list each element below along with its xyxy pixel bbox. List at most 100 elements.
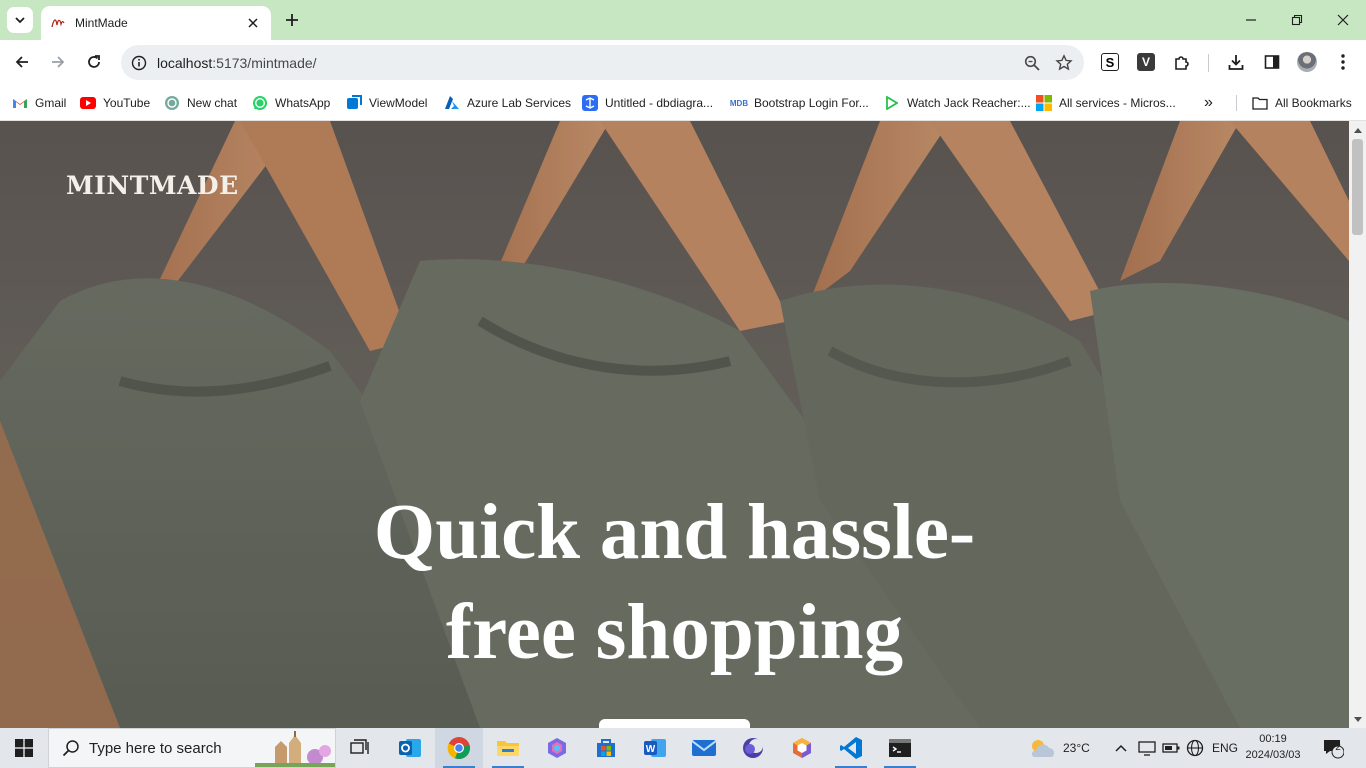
search-placeholder: Type here to search bbox=[89, 739, 222, 757]
restore-button[interactable] bbox=[1274, 0, 1320, 40]
hero-cta-button[interactable] bbox=[599, 719, 750, 728]
extensions-button[interactable] bbox=[1172, 52, 1192, 72]
taskbar-clock[interactable]: 00:19 2024/03/03 bbox=[1240, 731, 1306, 763]
task-view-icon bbox=[350, 739, 369, 754]
chevron-down-icon bbox=[15, 17, 25, 24]
taskbar-word[interactable]: W bbox=[631, 728, 679, 768]
bookmark-gmail[interactable]: Gmail bbox=[12, 93, 66, 113]
back-button[interactable] bbox=[8, 48, 36, 76]
taskbar-file-explorer[interactable] bbox=[484, 728, 532, 768]
bookmark-new-chat[interactable]: New chat bbox=[164, 93, 237, 113]
azure-icon bbox=[444, 95, 460, 111]
scroll-down-button[interactable] bbox=[1349, 711, 1366, 728]
menu-icon bbox=[1341, 54, 1345, 70]
forward-button[interactable] bbox=[44, 48, 72, 76]
mdb-badge: MDB bbox=[729, 98, 749, 108]
bookmark-all-services[interactable]: All services - Micros... bbox=[1036, 93, 1176, 113]
taskbar-app-moon[interactable] bbox=[729, 728, 777, 768]
site-info-button[interactable] bbox=[129, 53, 149, 73]
taskbar-search-box[interactable]: Type here to search bbox=[48, 728, 336, 768]
taskbar-store[interactable] bbox=[582, 728, 630, 768]
close-window-button[interactable] bbox=[1320, 0, 1366, 40]
page-scrollbar[interactable] bbox=[1349, 121, 1366, 728]
double-chevron-icon: » bbox=[1204, 94, 1213, 111]
minimize-button[interactable] bbox=[1228, 0, 1274, 40]
extension-s-button[interactable]: S bbox=[1100, 52, 1120, 72]
taskbar-mail[interactable] bbox=[680, 728, 728, 768]
tab-strip: MintMade bbox=[0, 0, 1366, 40]
hero-headline: Quick and hassle-free shopping bbox=[0, 483, 1349, 683]
forward-icon bbox=[52, 56, 65, 68]
mintmade-favicon-icon bbox=[51, 16, 65, 30]
tab-title: MintMade bbox=[75, 16, 128, 30]
bookmarks-bar: Gmail YouTube New chat WhatsApp ViewMode… bbox=[0, 85, 1366, 121]
globe-icon bbox=[1186, 739, 1204, 757]
more-bookmarks-button[interactable]: » bbox=[1204, 93, 1213, 113]
windows-logo-icon bbox=[15, 739, 33, 757]
vscode-icon bbox=[840, 737, 862, 759]
weather-widget[interactable]: 23°C bbox=[1027, 728, 1090, 768]
bookmark-youtube[interactable]: YouTube bbox=[80, 93, 150, 113]
all-bookmarks-label: All Bookmarks bbox=[1275, 96, 1352, 110]
input-language-button[interactable]: ENG bbox=[1212, 728, 1238, 768]
downloads-button[interactable] bbox=[1226, 52, 1246, 72]
toolbar-divider bbox=[1208, 54, 1209, 72]
network-button[interactable] bbox=[1186, 728, 1204, 768]
close-tab-button[interactable] bbox=[245, 15, 261, 31]
display-icon bbox=[1138, 741, 1156, 756]
close-window-icon bbox=[1337, 14, 1349, 26]
taskbar-outlook[interactable] bbox=[386, 728, 434, 768]
taskbar-app-cube[interactable] bbox=[778, 728, 826, 768]
tab-mintmade[interactable]: MintMade bbox=[41, 6, 271, 40]
notifications-button[interactable]: 2 bbox=[1322, 728, 1344, 768]
chrome-icon bbox=[447, 737, 470, 760]
site-logo[interactable]: MINTMADE bbox=[66, 171, 239, 200]
bookmark-label: New chat bbox=[187, 96, 238, 110]
extension-v-button[interactable]: V bbox=[1136, 52, 1156, 72]
address-bar[interactable]: localhost:5173/mintmade/ bbox=[121, 45, 1084, 80]
bookmark-jack-reacher[interactable]: Watch Jack Reacher:... bbox=[884, 93, 1031, 113]
start-button[interactable] bbox=[0, 728, 48, 768]
profile-avatar-button[interactable] bbox=[1297, 52, 1317, 72]
weather-temperature: 23°C bbox=[1063, 741, 1090, 755]
url-path: :5173/mintmade/ bbox=[212, 54, 317, 71]
avatar bbox=[1297, 52, 1317, 72]
bookmark-bootstrap-login[interactable]: MDB Bootstrap Login For... bbox=[729, 93, 869, 113]
bookmarks-divider bbox=[1236, 95, 1237, 111]
taskbar-vscode[interactable] bbox=[827, 728, 875, 768]
task-view-button[interactable] bbox=[336, 728, 384, 768]
taskbar-terminal[interactable] bbox=[876, 728, 924, 768]
bookmark-label: Gmail bbox=[35, 96, 67, 110]
tray-display-icon-button[interactable] bbox=[1138, 728, 1156, 768]
windows-taskbar: Type here to search W 23°C ENG 00:19 202… bbox=[0, 728, 1366, 768]
play-icon bbox=[884, 95, 900, 111]
battery-button[interactable] bbox=[1162, 728, 1180, 768]
bookmark-label: YouTube bbox=[103, 96, 151, 110]
taskbar-chrome[interactable] bbox=[435, 728, 483, 768]
whatsapp-icon bbox=[252, 95, 268, 111]
bookmark-dbdiagram[interactable]: Untitled - dbdiagra... bbox=[582, 93, 713, 113]
bookmark-viewmodel[interactable]: ViewModel bbox=[346, 93, 427, 113]
bookmark-star-button[interactable] bbox=[1052, 51, 1076, 75]
bookmark-azure-lab[interactable]: Azure Lab Services bbox=[444, 93, 571, 113]
reload-button[interactable] bbox=[80, 48, 108, 76]
side-panel-button[interactable] bbox=[1262, 52, 1282, 72]
caret-down-icon bbox=[1353, 716, 1362, 722]
tab-search-button[interactable] bbox=[7, 7, 33, 33]
new-tab-button[interactable] bbox=[281, 9, 303, 31]
chrome-menu-button[interactable] bbox=[1333, 52, 1353, 72]
all-bookmarks-button[interactable]: All Bookmarks bbox=[1252, 93, 1352, 113]
bookmark-label: ViewModel bbox=[369, 96, 428, 110]
scrollbar-thumb[interactable] bbox=[1352, 139, 1363, 235]
scroll-up-button[interactable] bbox=[1349, 121, 1366, 138]
url-text[interactable]: localhost:5173/mintmade/ bbox=[157, 55, 1020, 71]
moon-app-icon bbox=[743, 738, 763, 758]
clock-date: 2024/03/03 bbox=[1245, 749, 1301, 761]
bookmark-label: All services - Micros... bbox=[1059, 96, 1176, 110]
zoom-button[interactable] bbox=[1020, 51, 1044, 75]
taskbar-copilot[interactable] bbox=[533, 728, 581, 768]
search-highlight-illustration-icon bbox=[255, 729, 335, 767]
show-hidden-icons-button[interactable] bbox=[1114, 728, 1128, 768]
reload-icon bbox=[88, 55, 100, 68]
bookmark-whatsapp[interactable]: WhatsApp bbox=[252, 93, 330, 113]
